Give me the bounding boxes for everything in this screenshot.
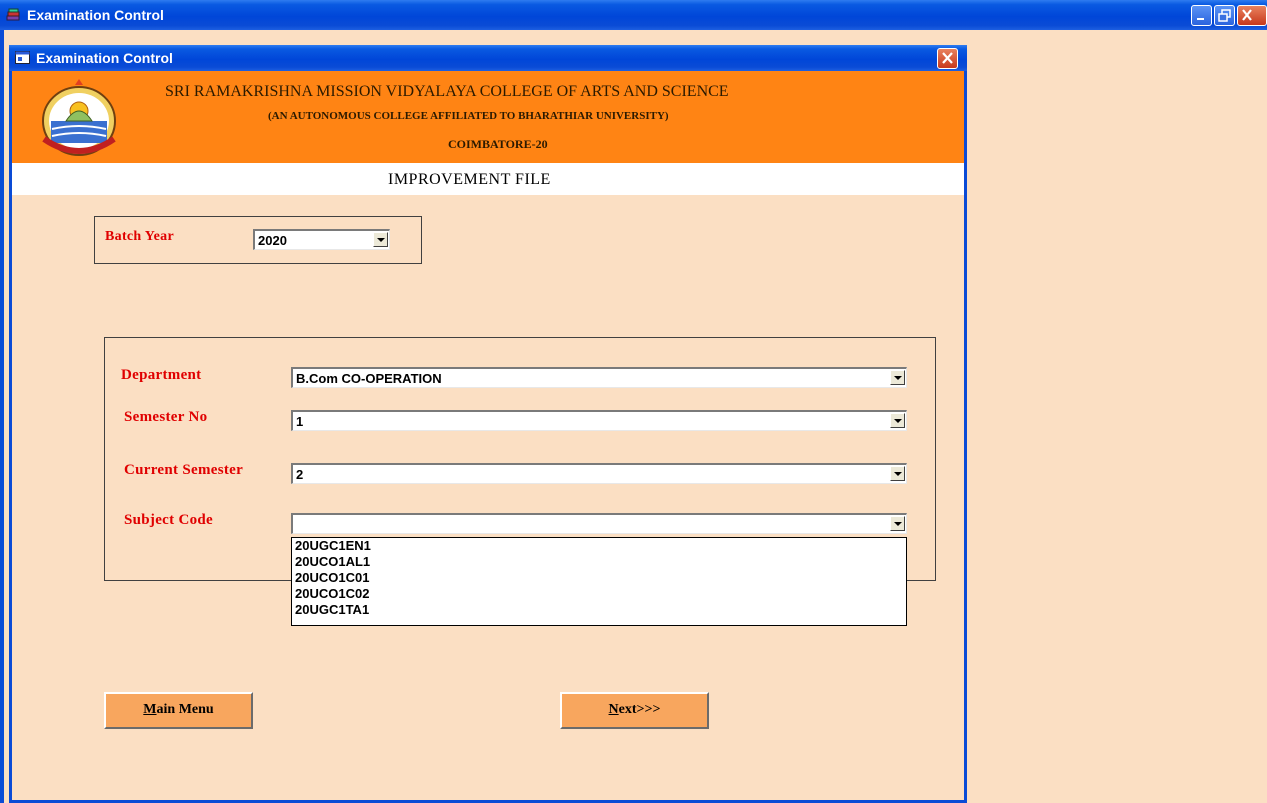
subject-code-select[interactable]	[291, 513, 907, 534]
college-city: COIMBATORE-20	[448, 137, 548, 151]
dropdown-option[interactable]: 20UCO1C02	[292, 586, 906, 602]
subject-code-dropdown-list[interactable]: 20UGC1EN1 20UCO1AL1 20UCO1C01 20UCO1C02 …	[291, 537, 907, 626]
department-select[interactable]: B.Com CO-OPERATION	[291, 367, 907, 388]
outer-window-edge	[0, 30, 4, 803]
current-semester-select[interactable]: 2	[291, 463, 907, 484]
next-label: ext>>>	[618, 702, 661, 717]
chevron-down-icon[interactable]	[373, 232, 388, 247]
book-stack-icon	[6, 8, 20, 21]
college-seal-icon	[42, 79, 116, 156]
inner-close-button[interactable]	[937, 48, 958, 69]
outer-close-button[interactable]	[1237, 5, 1267, 26]
current-semester-value: 2	[296, 467, 304, 482]
next-button[interactable]: Next>>>	[560, 692, 709, 729]
semester-no-value: 1	[296, 414, 304, 429]
outer-title-bar[interactable]: Examination Control	[0, 0, 1267, 30]
main-menu-button[interactable]: Main Menu	[104, 692, 253, 729]
restore-button[interactable]	[1214, 5, 1235, 26]
batch-year-value: 2020	[258, 233, 287, 248]
page-title: IMPROVEMENT FILE	[388, 171, 551, 188]
department-value: B.Com CO-OPERATION	[296, 371, 442, 386]
batch-year-label: Batch Year	[105, 229, 174, 244]
window-app-icon	[15, 51, 30, 64]
inner-title-bar[interactable]: Examination Control	[9, 45, 967, 71]
batch-year-select[interactable]: 2020	[253, 229, 390, 250]
chevron-down-icon[interactable]	[890, 466, 905, 481]
dropdown-option[interactable]: 20UGC1TA1	[292, 602, 906, 618]
semester-no-label: Semester No	[124, 409, 208, 425]
next-accesskey: N	[608, 702, 619, 717]
close-icon	[1242, 9, 1252, 21]
main-menu-label: ain Menu	[156, 702, 214, 717]
semester-no-select[interactable]: 1	[291, 410, 907, 431]
current-semester-label: Current Semester	[124, 462, 244, 478]
chevron-down-icon[interactable]	[890, 413, 905, 428]
subject-code-label: Subject Code	[124, 512, 214, 528]
chevron-down-icon[interactable]	[890, 516, 905, 531]
minimize-icon	[1197, 18, 1204, 20]
close-icon	[942, 52, 953, 64]
college-name: SRI RAMAKRISHNA MISSION VIDYALAYA COLLEG…	[165, 83, 729, 100]
college-affiliation: (AN AUTONOMOUS COLLEGE AFFILIATED TO BHA…	[268, 110, 669, 122]
dropdown-option[interactable]: 20UGC1EN1	[292, 538, 906, 554]
inner-window-title: Examination Control	[36, 50, 173, 66]
outer-window-title: Examination Control	[27, 7, 164, 23]
department-label: Department	[121, 367, 202, 383]
chevron-down-icon[interactable]	[890, 370, 905, 385]
main-menu-accesskey: M	[143, 702, 157, 717]
restore-icon	[1218, 9, 1231, 22]
minimize-button[interactable]	[1191, 5, 1212, 26]
dropdown-option[interactable]: 20UCO1C01	[292, 570, 906, 586]
dropdown-option[interactable]: 20UCO1AL1	[292, 554, 906, 570]
